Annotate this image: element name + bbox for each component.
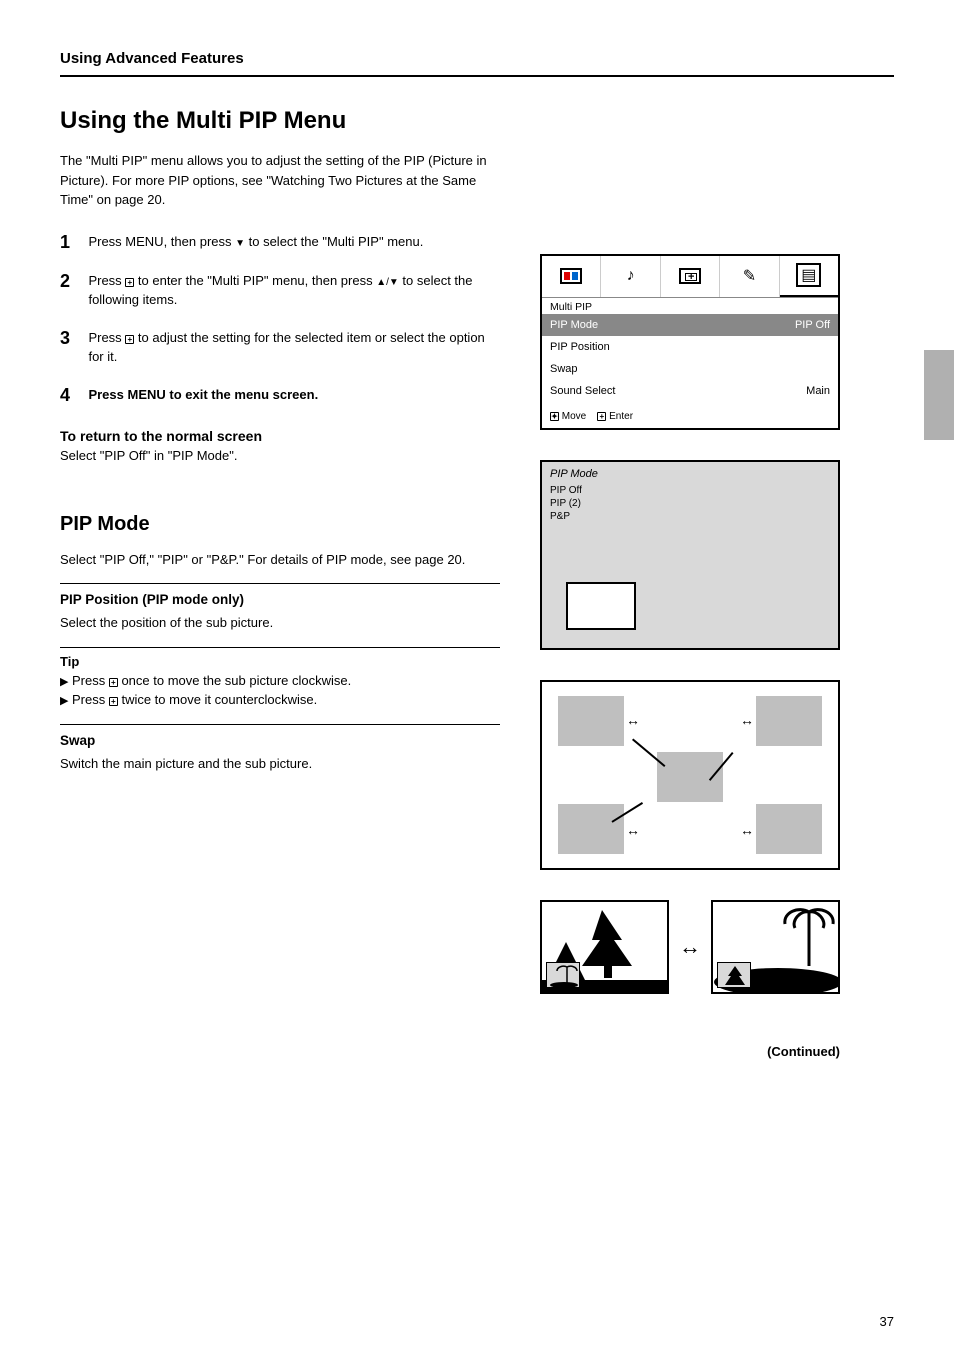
tip-line: Press — [72, 692, 109, 707]
step-text: Press — [88, 330, 125, 345]
position-top-left — [558, 696, 624, 746]
tab-sound: ♪ — [601, 256, 660, 297]
option-line: PIP (2) — [550, 497, 582, 510]
tree-icon — [718, 963, 752, 989]
menu-title: Multi PIP — [542, 298, 838, 314]
menu-item-label: Sound Select — [550, 385, 615, 397]
bullet-icon: ▶ — [60, 674, 72, 691]
tip-line: once to move the sub picture clockwise. — [118, 673, 351, 688]
step-text: Press MENU to exit the menu screen. — [88, 387, 318, 402]
tip-line: twice to move it counterclockwise. — [118, 692, 317, 707]
menu-item-label: Swap — [550, 363, 578, 375]
multi-pip-icon: ▤ — [796, 263, 821, 287]
tip-line: Press — [72, 673, 109, 688]
position-top-right — [756, 696, 822, 746]
left-right-arrow-icon: ↔ — [740, 822, 754, 838]
menu-screenshot: ♪ ✎ ▤ Multi PIP PIP Mode PIP Off PIP Pos… — [540, 254, 840, 430]
screen-icon — [679, 268, 701, 284]
step-2: 2 Press + to enter the "Multi PIP" menu,… — [60, 271, 500, 310]
menu-row-sound-select: Sound Select Main — [542, 380, 838, 402]
tip-label: Tip — [60, 654, 500, 669]
pip-mode-heading: PIP Mode — [60, 513, 500, 536]
pip-mode-preview: PIP Mode PIP Off PIP (2) P&P — [540, 460, 840, 650]
tab-multi-pip: ▤ — [780, 256, 838, 297]
menu-tab-row: ♪ ✎ ▤ — [542, 256, 838, 298]
swap-before — [540, 900, 669, 994]
preview-options: PIP Off PIP (2) P&P — [550, 484, 582, 523]
pip-position-text: Select the position of the sub picture. — [60, 615, 273, 630]
option-line: P&P — [550, 510, 582, 523]
tab-screen — [661, 256, 720, 297]
position-bottom-left — [558, 804, 624, 854]
preview-label: PIP Mode — [550, 468, 598, 480]
pip-thumb — [546, 962, 580, 988]
swap-arrow-icon: ↔ — [679, 934, 701, 960]
step-text: Press — [88, 273, 125, 288]
step-text: Press MENU, then press — [88, 234, 235, 249]
step-text: to select the "Multi PIP" menu. — [245, 234, 423, 249]
step-number: 4 — [60, 385, 84, 406]
up-down-arrow-icon: ▲/▼ — [376, 277, 399, 288]
side-tab-advanced — [924, 350, 954, 440]
step-4: 4 Press MENU to exit the menu screen. — [60, 385, 500, 406]
step-number: 2 — [60, 271, 84, 292]
menu-item-label: PIP Position — [550, 341, 610, 353]
menu-row-swap: Swap — [542, 358, 838, 380]
picture-icon — [560, 268, 582, 284]
pip-sub-rect — [566, 582, 636, 630]
pip-mode-body: Select "PIP Off," "PIP" or "P&P." For de… — [60, 550, 500, 570]
move-label: Move — [562, 411, 586, 422]
enter-icon: + — [597, 412, 606, 421]
menu-item-value: Main — [806, 385, 830, 397]
setup-icon: ✎ — [743, 266, 756, 286]
tab-picture — [542, 256, 601, 297]
nav-icon: ✦ — [550, 412, 559, 421]
position-bottom-right — [756, 804, 822, 854]
intro-paragraph: The "Multi PIP" menu allows you to adjus… — [60, 151, 500, 210]
down-arrow-icon: ▼ — [235, 238, 245, 249]
section-header: Using Advanced Features — [60, 50, 894, 77]
return-body: Select "PIP Off" in "PIP Mode". — [60, 448, 500, 463]
menu-item-label: PIP Mode — [550, 319, 598, 331]
page-title: Using the Multi PIP Menu — [60, 107, 894, 135]
step-1: 1 Press MENU, then press ▼ to select the… — [60, 232, 500, 253]
menu-row-pip-mode: PIP Mode PIP Off — [542, 314, 838, 336]
bullet-icon: ▶ — [60, 693, 72, 710]
swap-after — [711, 900, 840, 994]
left-right-arrow-icon: ↔ — [626, 712, 640, 728]
swap-body: Switch the main picture and the sub pict… — [60, 754, 500, 774]
menu-row-pip-position: PIP Position — [542, 336, 838, 358]
step-3: 3 Press + to adjust the setting for the … — [60, 328, 500, 367]
step-text: to adjust the setting for the selected i… — [88, 330, 484, 365]
pip-position-body: Select the position of the sub picture. — [60, 613, 500, 633]
enter-icon: + — [125, 335, 134, 344]
swap-diagram: ↔ — [540, 900, 840, 994]
enter-icon: + — [109, 697, 118, 706]
pip-thumb — [717, 962, 751, 988]
step-text: to enter the "Multi PIP" menu, then pres… — [134, 273, 376, 288]
menu-item-value: PIP Off — [795, 319, 830, 331]
swap-heading: Swap — [60, 724, 500, 748]
left-right-arrow-icon: ↔ — [740, 712, 754, 728]
left-right-arrow-icon: ↔ — [626, 822, 640, 838]
enter-label: Enter — [609, 411, 633, 422]
option-line: PIP Off — [550, 484, 582, 497]
pip-position-diagram: ↔ ↔ ↔ ↔ — [540, 680, 840, 870]
return-heading: To return to the normal screen — [60, 428, 500, 444]
step-number: 3 — [60, 328, 84, 349]
pip-position-heading: PIP Position (PIP mode only) — [60, 583, 500, 607]
tab-setup: ✎ — [720, 256, 779, 297]
enter-icon: + — [109, 678, 118, 687]
continued-label: (Continued) — [540, 1044, 840, 1059]
menu-footer: ✦ Move + Enter — [542, 408, 838, 428]
palm-icon — [547, 963, 581, 989]
step-number: 1 — [60, 232, 84, 253]
page-number: 37 — [880, 1314, 894, 1329]
tip-body: ▶Press + once to move the sub picture cl… — [60, 671, 500, 710]
enter-icon: + — [125, 278, 134, 287]
sound-icon: ♪ — [627, 267, 635, 285]
